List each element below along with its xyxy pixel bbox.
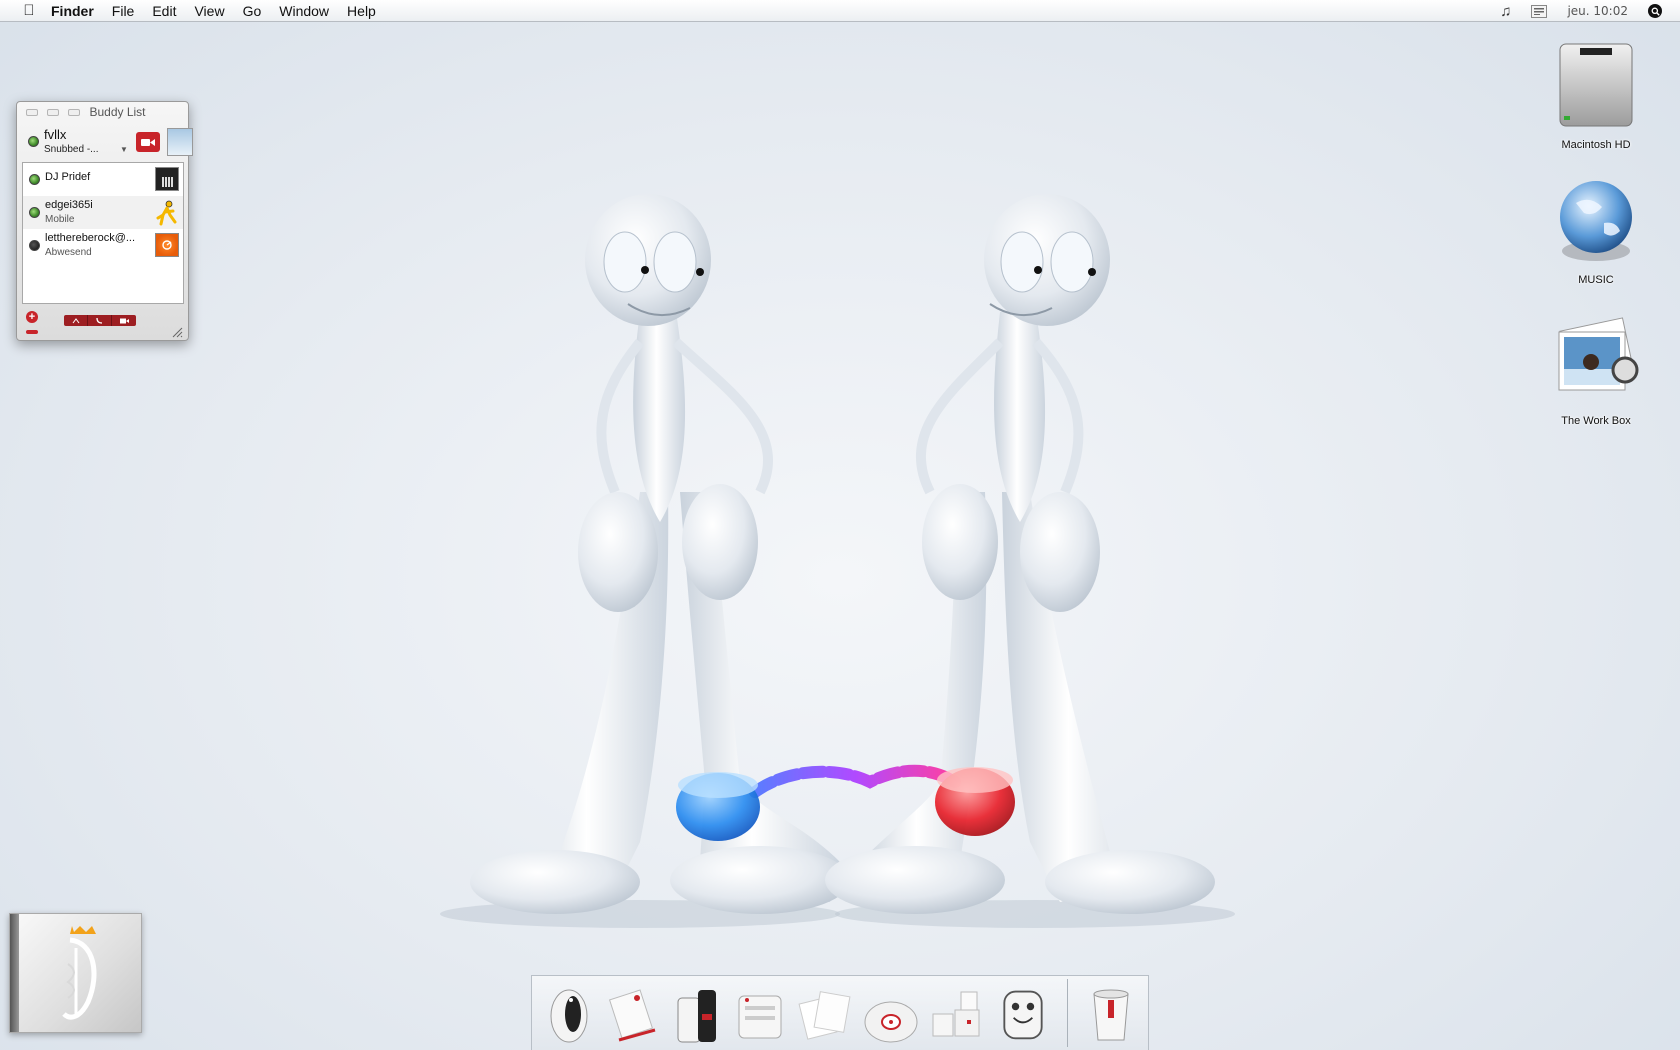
buddy-toolbar: + <box>22 307 184 339</box>
cubes-app-icon <box>932 991 980 1037</box>
buddy-list-window: Buddy List fvllx Snubbed -... ▼ DJ Pride… <box>16 101 193 341</box>
phone-icon[interactable] <box>88 315 112 326</box>
apple-icon[interactable]:  <box>16 2 42 19</box>
wallpaper <box>440 194 1235 928</box>
pen-app-icon <box>608 989 656 1042</box>
menu-bar:  Finder File Edit View Go Window Help ♫… <box>0 0 1680 22</box>
globe-icon <box>1560 181 1632 261</box>
input-menu-icon[interactable] <box>1531 4 1548 18</box>
dock-item-penguin[interactable] <box>542 982 596 1044</box>
add-icon[interactable]: + <box>26 311 38 323</box>
buddy-row[interactable]: edgei365i Mobile <box>23 196 183 229</box>
menubar-clock[interactable]: jeu. 10:02 <box>1567 4 1628 18</box>
window-title: Buddy List <box>89 105 146 119</box>
video-icon[interactable] <box>112 315 136 326</box>
piano-icon <box>155 167 179 191</box>
dock-item-cd[interactable] <box>863 982 919 1044</box>
buddy-subtitle: Abwesend <box>45 247 92 258</box>
dock-item-mixer[interactable] <box>995 982 1051 1044</box>
desktop-icon-label: The Work Box <box>1561 415 1631 427</box>
menu-go[interactable]: Go <box>234 0 271 22</box>
dock-separator <box>1067 979 1069 1047</box>
dock <box>531 975 1149 1050</box>
desktop-icon-label: MUSIC <box>1578 274 1614 286</box>
cd-case-spine <box>10 914 19 1032</box>
papers-app-icon <box>798 991 851 1040</box>
menu-finder[interactable]: Finder <box>42 0 103 22</box>
away-status-icon <box>29 240 40 251</box>
buddy-row[interactable]: letthereberock@... Abwesend <box>23 229 183 262</box>
status-dropdown-icon[interactable]: ▼ <box>120 145 128 154</box>
handcuffs <box>676 764 1015 841</box>
aim-running-man-icon <box>155 200 179 226</box>
buddy-name: DJ Pridef <box>45 171 91 183</box>
trash-icon <box>1093 989 1129 1041</box>
mixer-app-icon <box>1003 990 1043 1040</box>
orange-buddy-icon <box>155 233 179 257</box>
dock-item-printer[interactable] <box>733 982 787 1044</box>
hard-drive-icon <box>1559 43 1633 127</box>
text-chat-icon[interactable] <box>64 315 88 326</box>
desktop-icon-macintosh-hd[interactable]: Macintosh HD <box>1541 38 1651 151</box>
dock-item-grinder[interactable] <box>670 982 724 1044</box>
buddy-name: letthereberock@... <box>45 232 136 244</box>
resize-grip-icon[interactable] <box>171 326 183 338</box>
buddy-list: DJ Pridef edgei365i Mobile letthereberoc… <box>22 162 184 304</box>
spotlight-icon[interactable] <box>1648 4 1662 18</box>
crown-logo-icon <box>62 926 97 1020</box>
coffee-grinder-app-icon <box>677 990 716 1043</box>
menu-edit[interactable]: Edit <box>143 0 185 22</box>
window-titlebar[interactable]: Buddy List <box>17 102 188 122</box>
cd-app-icon <box>864 1001 918 1043</box>
right-figure <box>825 194 1215 914</box>
dock-item-cubes[interactable] <box>929 982 985 1044</box>
buddy-row[interactable]: DJ Pridef <box>23 163 183 196</box>
dock-item-trash[interactable] <box>1084 982 1138 1044</box>
my-status-message[interactable]: Snubbed -... <box>44 144 98 155</box>
action-segment <box>64 315 136 326</box>
penguin-app-icon <box>550 989 588 1043</box>
desktop-icon-label: Macintosh HD <box>1561 139 1631 151</box>
album-art-widget[interactable] <box>9 913 142 1033</box>
buddy-name: edgei365i <box>45 199 93 211</box>
buddy-subtitle: Mobile <box>45 214 75 225</box>
printer-app-icon <box>738 995 782 1039</box>
photos-icon <box>1558 317 1639 391</box>
my-account-row: fvllx Snubbed -... ▼ <box>22 124 193 160</box>
left-figure <box>470 194 850 914</box>
dock-item-pen[interactable] <box>606 982 660 1044</box>
remove-icon[interactable] <box>26 330 38 334</box>
menu-help[interactable]: Help <box>338 0 385 22</box>
desktop-icon-the-work-box[interactable]: The Work Box <box>1541 314 1651 427</box>
desktop-icon-music[interactable]: MUSIC <box>1541 173 1651 286</box>
my-status-icon <box>28 136 39 147</box>
music-note-icon[interactable]: ♫ <box>1500 3 1511 20</box>
online-status-icon <box>29 207 40 218</box>
my-buddy-icon[interactable] <box>167 128 193 156</box>
menu-file[interactable]: File <box>103 0 144 22</box>
video-chat-icon[interactable] <box>136 132 160 152</box>
my-screen-name[interactable]: fvllx <box>44 127 66 142</box>
menu-view[interactable]: View <box>185 0 233 22</box>
online-status-icon <box>29 174 40 185</box>
dock-item-papers[interactable] <box>797 982 853 1044</box>
menu-window[interactable]: Window <box>270 0 338 22</box>
